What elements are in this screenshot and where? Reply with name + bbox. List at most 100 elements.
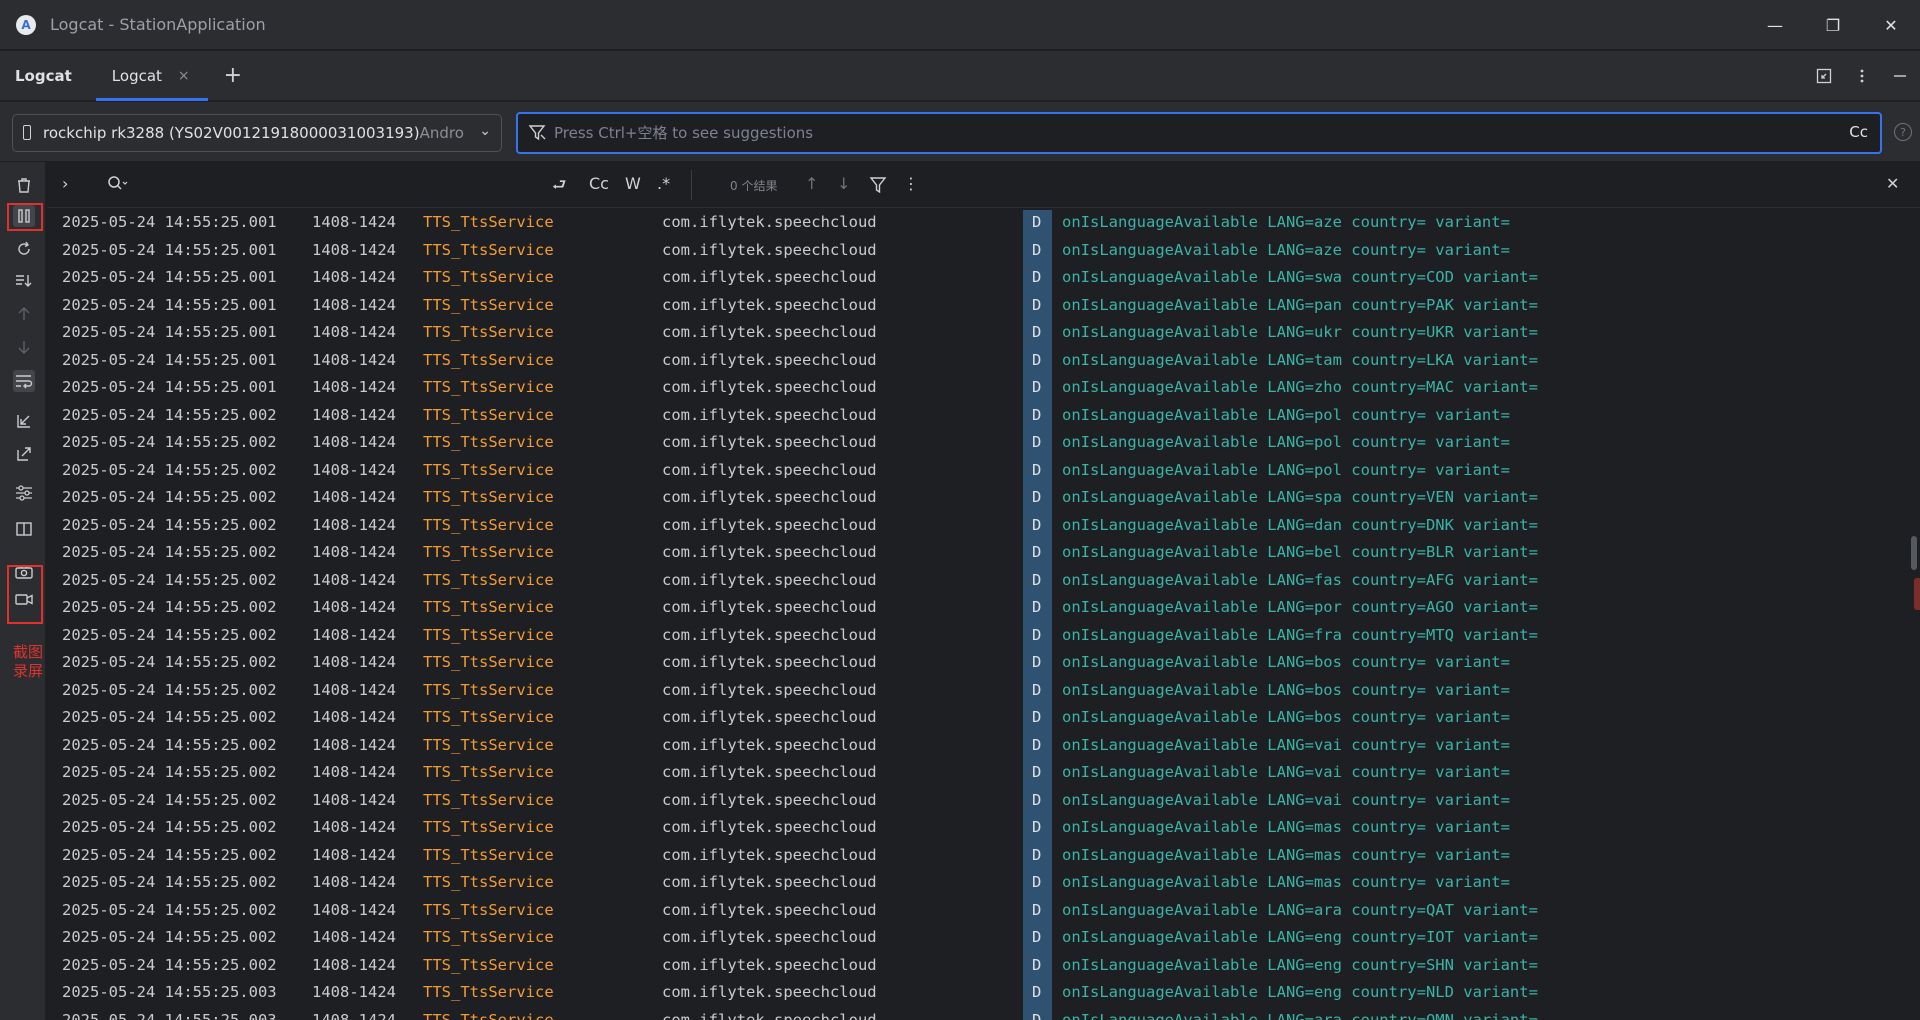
log-package: com.iflytek.speechcloud — [662, 653, 877, 671]
log-package: com.iflytek.speechcloud — [662, 900, 877, 919]
log-tag: TTS_TtsService — [423, 763, 554, 781]
log-pid-tid: 1408-1424 — [312, 350, 396, 369]
log-pid-tid: 1408-1424 — [312, 515, 396, 534]
log-package: com.iflytek.speechcloud — [662, 488, 877, 506]
search-match-case-toggle[interactable]: Cc — [589, 174, 609, 193]
logcat-output[interactable]: 2025-05-24 14:55:25.001 1408-1424 TTS_TtsS… — [47, 210, 1920, 1020]
search-next-icon[interactable]: ↓ — [837, 174, 850, 193]
log-message: onIsLanguageAvailable LANG=vai country= … — [1062, 763, 1510, 781]
more-options-icon[interactable] — [1852, 68, 1872, 84]
log-package: com.iflytek.speechcloud — [662, 763, 877, 781]
log-row: 2025-05-24 14:55:25.002 1408-1424 TTS_TtsS… — [47, 595, 1920, 623]
new-tab-button[interactable]: + — [224, 64, 242, 87]
log-pid-tid: 1408-1424 — [312, 928, 396, 946]
log-package: com.iflytek.speechcloud — [662, 405, 877, 424]
log-level: D — [1032, 955, 1042, 974]
next-occurrence-icon[interactable] — [13, 336, 35, 358]
log-package: com.iflytek.speechcloud — [662, 570, 877, 589]
log-tag: TTS_TtsService — [423, 405, 554, 424]
export-logs-icon[interactable] — [13, 443, 35, 465]
log-timestamp: 2025-05-24 14:55:25.001 — [62, 378, 277, 396]
window-title: Logcat - StationApplication — [50, 15, 266, 34]
restart-logcat-icon[interactable] — [13, 238, 35, 260]
previous-occurrence-icon[interactable] — [13, 303, 35, 325]
log-tag: TTS_TtsService — [423, 983, 554, 1001]
log-level: D — [1032, 653, 1042, 671]
tool-window-title: Logcat — [15, 66, 72, 85]
log-pid-tid: 1408-1424 — [312, 708, 396, 726]
split-panels-icon[interactable] — [13, 518, 35, 540]
tab-logcat[interactable]: Logcat × — [95, 51, 208, 101]
log-tag: TTS_TtsService — [423, 735, 554, 754]
log-row: 2025-05-24 14:55:25.002 1408-1424 TTS_TtsS… — [47, 788, 1920, 816]
tab-close-icon[interactable]: × — [178, 68, 190, 84]
log-pid-tid: 1408-1424 — [312, 845, 396, 864]
log-message: onIsLanguageAvailable LANG=ara country=O… — [1062, 1010, 1538, 1020]
device-selector[interactable]: rockchip rk3288 (YS02V001219180000310031… — [12, 114, 502, 152]
expand-search-icon[interactable]: › — [62, 174, 68, 193]
new-line-toggle[interactable]: ⮐ — [552, 174, 566, 201]
log-message: onIsLanguageAvailable LANG=ukr country=U… — [1062, 323, 1538, 341]
log-timestamp: 2025-05-24 14:55:25.002 — [62, 433, 277, 451]
log-package: com.iflytek.speechcloud — [662, 708, 877, 726]
close-search-icon[interactable]: ✕ — [1886, 174, 1899, 193]
hide-panel-icon[interactable] — [1890, 68, 1910, 84]
log-timestamp: 2025-05-24 14:55:25.001 — [62, 240, 277, 259]
log-package: com.iflytek.speechcloud — [662, 873, 877, 891]
logcat-format-settings-icon[interactable] — [13, 482, 35, 504]
import-logs-icon[interactable] — [13, 410, 35, 432]
log-package: com.iflytek.speechcloud — [662, 735, 877, 754]
vertical-scrollbar[interactable] — [1911, 536, 1917, 570]
log-row: 2025-05-24 14:55:25.002 1408-1424 TTS_TtsS… — [47, 843, 1920, 871]
tool-window-actions — [1814, 51, 1910, 101]
device-name: rockchip rk3288 (YS02V001219180000310031… — [43, 124, 420, 142]
log-pid-tid: 1408-1424 — [312, 323, 396, 341]
match-case-toggle[interactable]: Cc — [1849, 123, 1868, 141]
log-message: onIsLanguageAvailable LANG=spa country=V… — [1062, 488, 1538, 506]
log-message: onIsLanguageAvailable LANG=bos country= … — [1062, 708, 1510, 726]
log-timestamp: 2025-05-24 14:55:25.001 — [62, 350, 277, 369]
log-level: D — [1032, 900, 1042, 919]
log-pid-tid: 1408-1424 — [312, 240, 396, 259]
log-pid-tid: 1408-1424 — [312, 405, 396, 424]
log-level: D — [1032, 213, 1042, 231]
log-tag: TTS_TtsService — [423, 323, 554, 341]
soft-wrap-icon[interactable] — [13, 370, 35, 392]
log-level: D — [1032, 763, 1042, 781]
log-tag: TTS_TtsService — [423, 543, 554, 561]
log-message: onIsLanguageAvailable LANG=fas country=A… — [1062, 570, 1538, 589]
log-tag: TTS_TtsService — [423, 955, 554, 974]
log-level: D — [1032, 460, 1042, 479]
magnifier-icon[interactable] — [105, 174, 129, 194]
search-more-icon[interactable]: ⋮ — [903, 174, 919, 193]
search-previous-icon[interactable]: ↑ — [805, 174, 818, 193]
tab-label: Logcat — [111, 66, 162, 85]
log-tag: TTS_TtsService — [423, 378, 554, 396]
help-icon[interactable]: ? — [1894, 123, 1912, 141]
log-package: com.iflytek.speechcloud — [662, 268, 877, 286]
log-message: onIsLanguageAvailable LANG=por country=A… — [1062, 598, 1538, 616]
clear-logcat-icon[interactable] — [13, 174, 35, 196]
log-level: D — [1032, 268, 1042, 286]
log-level: D — [1032, 790, 1042, 809]
log-level: D — [1032, 405, 1042, 424]
log-level: D — [1032, 543, 1042, 561]
restore-panel-icon[interactable] — [1814, 68, 1834, 84]
filter-funnel-icon[interactable] — [528, 124, 548, 142]
restore-button[interactable]: ❐ — [1804, 0, 1862, 50]
log-level: D — [1032, 350, 1042, 369]
scroll-to-end-icon[interactable] — [13, 270, 35, 292]
whole-words-toggle[interactable]: W — [625, 174, 641, 193]
log-tag: TTS_TtsService — [423, 240, 554, 259]
regex-toggle[interactable]: .* — [657, 174, 670, 193]
log-row: 2025-05-24 14:55:25.001 1408-1424 TTS_TtsS… — [47, 293, 1920, 321]
log-level: D — [1032, 873, 1042, 891]
filter-input[interactable] — [554, 124, 1754, 142]
log-timestamp: 2025-05-24 14:55:25.002 — [62, 735, 277, 754]
close-window-button[interactable]: ✕ — [1862, 0, 1920, 50]
log-row: 2025-05-24 14:55:25.002 1408-1424 TTS_TtsS… — [47, 485, 1920, 513]
filter-icon[interactable] — [869, 176, 887, 194]
log-package: com.iflytek.speechcloud — [662, 928, 877, 946]
log-pid-tid: 1408-1424 — [312, 983, 396, 1001]
minimize-button[interactable]: — — [1746, 0, 1804, 50]
